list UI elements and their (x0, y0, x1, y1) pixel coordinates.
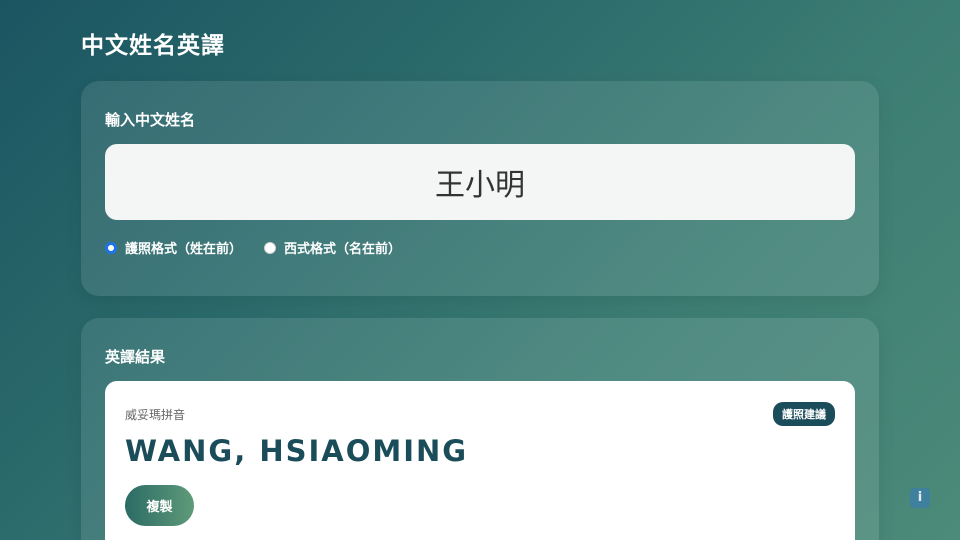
chinese-name-input[interactable] (105, 144, 855, 220)
result-box: 威妥瑪拼音 護照建議 WANG, HSIAOMING 複製 (105, 381, 855, 540)
result-card-label: 英譯結果 (105, 348, 166, 366)
radio-passport-format[interactable]: 護照格式（姓在前） (105, 238, 242, 257)
input-card: 輸入中文姓名 護照格式（姓在前） 西式格式（名在前） (81, 81, 879, 296)
romanization-system-label: 威妥瑪拼音 (125, 408, 186, 422)
page-title: 中文姓名英譯 (81, 33, 225, 59)
result-card: 英譯結果 威妥瑪拼音 護照建議 WANG, HSIAOMING 複製 (81, 318, 879, 540)
radio-button-checked[interactable] (105, 241, 117, 254)
radio-western-format[interactable]: 西式格式（名在前） (264, 238, 401, 257)
info-icon[interactable]: i (910, 488, 930, 508)
radio-passport-label: 護照格式（姓在前） (125, 242, 243, 257)
format-radio-group: 護照格式（姓在前） 西式格式（名在前） (105, 238, 423, 257)
english-name-result: WANG, HSIAOMING (125, 434, 469, 468)
passport-recommend-badge: 護照建議 (773, 402, 835, 426)
radio-western-label: 西式格式（名在前） (284, 242, 402, 257)
input-card-label: 輸入中文姓名 (105, 111, 196, 129)
copy-button[interactable]: 複製 (125, 485, 194, 526)
radio-button-unchecked[interactable] (264, 241, 277, 254)
